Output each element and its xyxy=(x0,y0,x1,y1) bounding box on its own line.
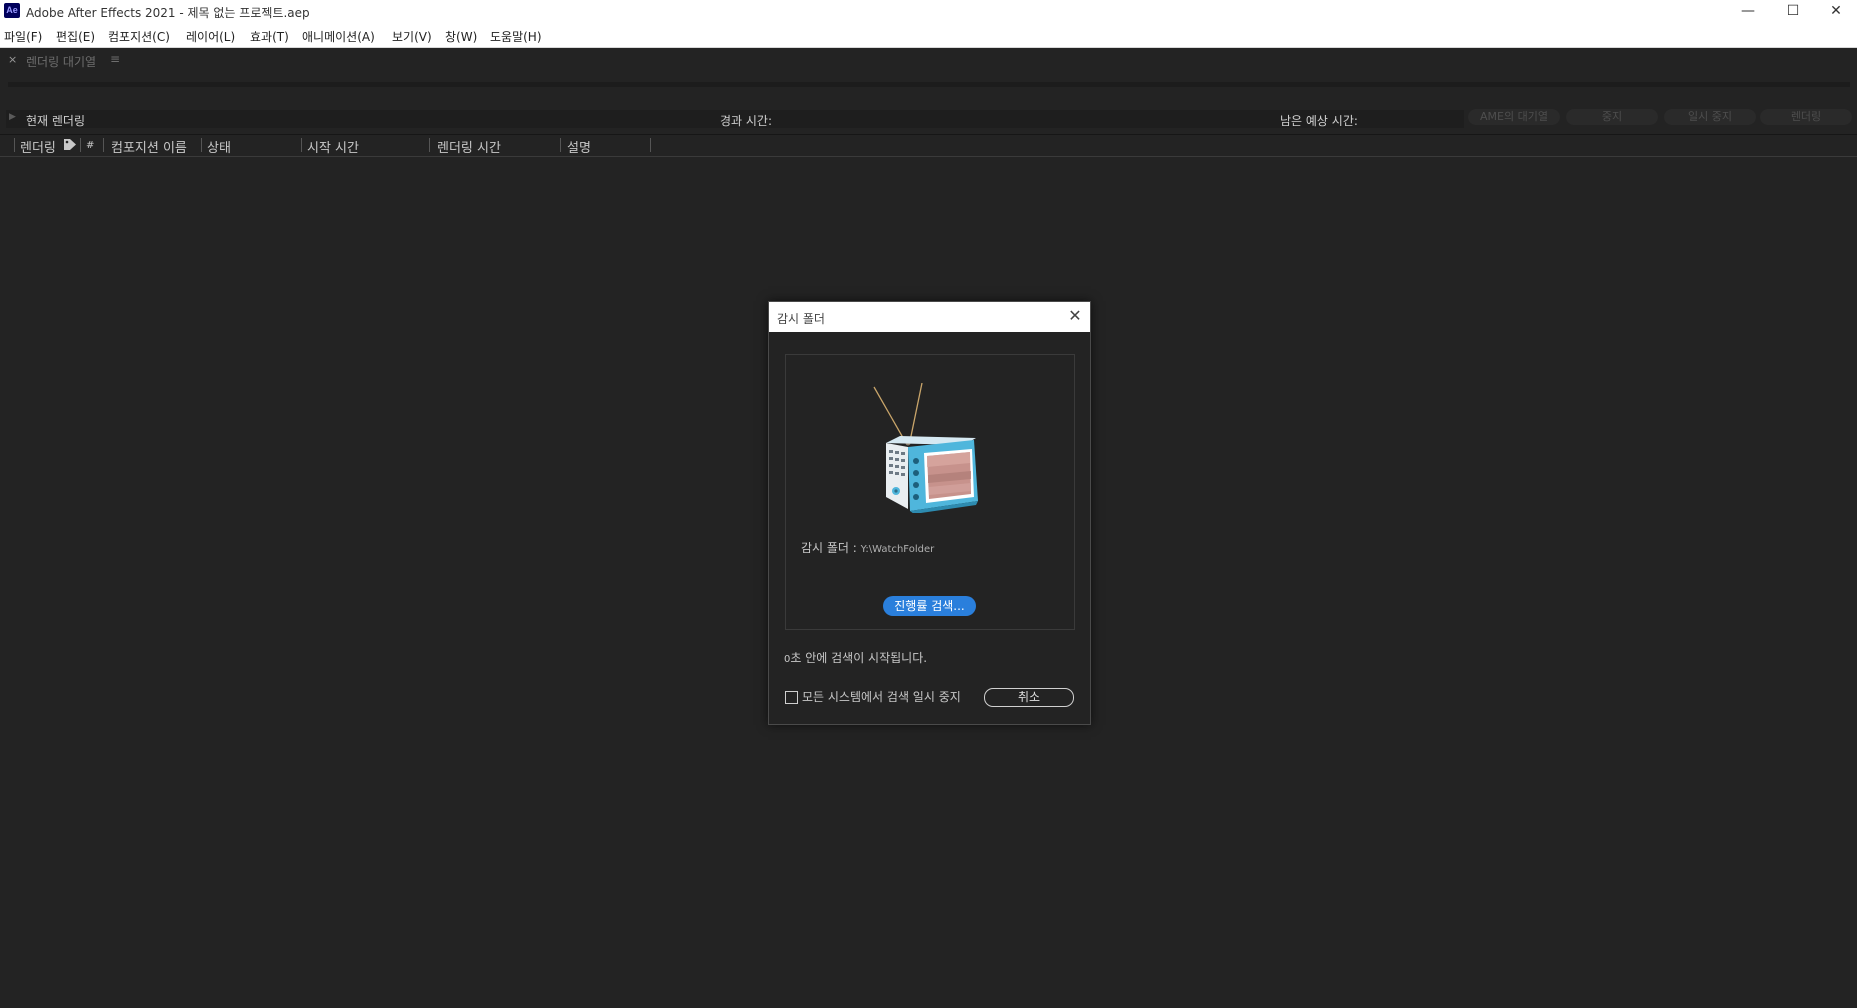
pause-all-checkbox[interactable] xyxy=(785,691,798,704)
render-progress-bar xyxy=(8,82,1850,87)
menu-animation[interactable]: 애니메이션(A) xyxy=(302,28,375,45)
menu-window[interactable]: 창(W) xyxy=(445,28,477,45)
queue-column-header: 렌더링 # 컴포지션 이름 상태 시작 시간 렌더링 시간 설명 xyxy=(0,134,1857,157)
elapsed-time-label: 경과 시간: xyxy=(720,114,773,128)
stop-button[interactable]: 중지 xyxy=(1566,109,1658,125)
watch-folder-dialog: 감시 폴더 ✕ 감시 폴더: Y:\WatchFolder 진행률 검색...… xyxy=(768,301,1091,725)
column-divider xyxy=(650,138,651,152)
watch-folder-label: 감시 폴더 : xyxy=(801,541,861,555)
dialog-title: 감시 폴더 xyxy=(777,312,825,326)
panel-menu-icon[interactable]: ≡ xyxy=(110,52,120,66)
pause-button[interactable]: 일시 중지 xyxy=(1664,109,1756,125)
current-render-label: 현재 렌더링 xyxy=(26,114,86,128)
menu-composition[interactable]: 컴포지션(C) xyxy=(108,28,170,45)
dialog-close-icon[interactable]: ✕ xyxy=(1066,307,1084,325)
remaining-time-label: 남은 예상 시간: xyxy=(1280,114,1358,128)
render-status-row: ▶ 현재 렌더링 경과 시간: 남은 예상 시간: xyxy=(6,110,1464,128)
column-number[interactable]: # xyxy=(86,140,94,151)
cancel-button[interactable]: 취소 xyxy=(984,688,1074,707)
render-queue-panel-tab: × 렌더링 대기열 ≡ xyxy=(0,48,1857,74)
column-divider xyxy=(429,138,430,152)
column-comp-name[interactable]: 컴포지션 이름 xyxy=(111,137,187,156)
tv-icon xyxy=(873,383,978,513)
column-divider xyxy=(301,138,302,152)
pause-all-label[interactable]: 모든 시스템에서 검색 일시 중지 xyxy=(802,688,961,705)
menu-view[interactable]: 보기(V) xyxy=(392,28,432,45)
menu-bar: 파일(F) 편집(E) 컴포지션(C) 레이어(L) 효과(T) 애니메이션(A… xyxy=(0,22,1857,48)
window-titlebar: Ae Adobe After Effects 2021 - 제목 없는 프로젝트… xyxy=(0,0,1857,22)
column-render-time[interactable]: 렌더링 시간 xyxy=(437,137,501,156)
column-comment[interactable]: 설명 xyxy=(567,137,591,156)
close-window-button[interactable]: ✕ xyxy=(1813,0,1857,22)
search-countdown: 0초 안에 검색이 시작됩니다. xyxy=(784,649,927,666)
menu-edit[interactable]: 편집(E) xyxy=(56,28,95,45)
search-progress-button[interactable]: 진행률 검색... xyxy=(883,596,976,616)
expand-arrow-icon[interactable]: ▶ xyxy=(9,112,16,122)
countdown-text: 초 안에 검색이 시작됩니다. xyxy=(790,651,928,665)
maximize-button[interactable]: ☐ xyxy=(1770,0,1816,22)
watch-folder-path-line: 감시 폴더 : Y:\WatchFolder xyxy=(801,539,934,556)
panel-title[interactable]: 렌더링 대기열 xyxy=(26,53,96,70)
render-button[interactable]: 렌더링 xyxy=(1760,109,1852,125)
menu-file[interactable]: 파일(F) xyxy=(4,28,42,45)
menu-help[interactable]: 도움말(H) xyxy=(490,28,542,45)
column-divider xyxy=(80,138,81,152)
ame-queue-button[interactable]: AME의 대기열 xyxy=(1468,109,1560,125)
dialog-titlebar: 감시 폴더 ✕ xyxy=(769,302,1090,332)
column-start-time[interactable]: 시작 시간 xyxy=(307,137,359,156)
after-effects-app-icon: Ae xyxy=(4,3,20,18)
tag-icon[interactable] xyxy=(63,138,77,155)
menu-layer[interactable]: 레이어(L) xyxy=(186,28,235,45)
window-title: Adobe After Effects 2021 - 제목 없는 프로젝트.ae… xyxy=(26,6,310,20)
menu-effect[interactable]: 효과(T) xyxy=(250,28,289,45)
column-divider xyxy=(14,138,15,152)
close-panel-icon[interactable]: × xyxy=(8,53,17,66)
watch-folder-path: Y:\WatchFolder xyxy=(860,544,935,555)
column-divider xyxy=(201,138,202,152)
dialog-content-box: 감시 폴더 : Y:\WatchFolder 진행률 검색... xyxy=(785,354,1075,630)
minimize-button[interactable]: — xyxy=(1725,0,1771,22)
column-render[interactable]: 렌더링 xyxy=(20,137,56,156)
column-divider xyxy=(560,138,561,152)
column-divider xyxy=(103,138,104,152)
column-status[interactable]: 상태 xyxy=(207,137,231,156)
